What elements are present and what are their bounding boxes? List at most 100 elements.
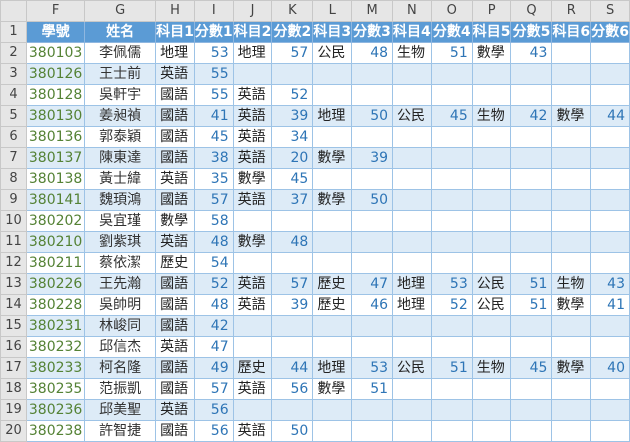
row-header[interactable]: 19 [0, 399, 28, 421]
subject-cell[interactable]: 英語 [232, 189, 273, 211]
select-all-corner[interactable] [0, 0, 28, 22]
subject-cell[interactable] [312, 231, 353, 253]
row-header[interactable]: 10 [0, 210, 28, 232]
subject-cell[interactable] [471, 399, 512, 421]
student-id-cell[interactable]: 380126 [26, 63, 86, 85]
row-header[interactable]: 14 [0, 294, 28, 316]
score-cell[interactable] [590, 399, 630, 421]
row-header[interactable]: 12 [0, 252, 28, 274]
score-cell[interactable]: 39 [271, 105, 314, 127]
score-cell[interactable] [430, 336, 473, 358]
subject-cell[interactable]: 數學 [551, 294, 592, 316]
score-cell[interactable] [510, 252, 553, 274]
subject-cell[interactable]: 國語 [155, 420, 195, 442]
score-cell[interactable]: 46 [351, 294, 394, 316]
score-cell[interactable] [351, 231, 394, 253]
student-name-cell[interactable]: 林峻同 [84, 315, 157, 337]
subject-cell[interactable] [551, 336, 592, 358]
column-header-r[interactable]: R [551, 0, 592, 22]
subject-cell[interactable]: 公民 [392, 105, 432, 127]
row-header[interactable]: 16 [0, 336, 28, 358]
header-cell[interactable]: 分數3 [351, 21, 394, 43]
subject-cell[interactable]: 數學 [312, 147, 353, 169]
subject-cell[interactable]: 數學 [551, 357, 592, 379]
score-cell[interactable] [510, 168, 553, 190]
subject-cell[interactable] [392, 84, 432, 106]
student-name-cell[interactable]: 柯名隆 [84, 357, 157, 379]
subject-cell[interactable] [471, 315, 512, 337]
score-cell[interactable] [590, 420, 630, 442]
student-name-cell[interactable]: 蔡依潔 [84, 252, 157, 274]
score-cell[interactable] [271, 210, 314, 232]
score-cell[interactable]: 55 [193, 84, 234, 106]
subject-cell[interactable]: 英語 [232, 126, 273, 148]
score-cell[interactable]: 57 [193, 189, 234, 211]
column-header-q[interactable]: Q [510, 0, 553, 22]
header-cell[interactable]: 科目5 [471, 21, 512, 43]
score-cell[interactable]: 51 [430, 42, 473, 64]
score-cell[interactable] [510, 189, 553, 211]
subject-cell[interactable] [551, 42, 592, 64]
row-header[interactable]: 9 [0, 189, 28, 211]
subject-cell[interactable]: 生物 [471, 357, 512, 379]
subject-cell[interactable]: 英語 [155, 399, 195, 421]
score-cell[interactable] [430, 399, 473, 421]
student-name-cell[interactable]: 邱信杰 [84, 336, 157, 358]
score-cell[interactable] [430, 378, 473, 400]
score-cell[interactable] [430, 231, 473, 253]
subject-cell[interactable]: 公民 [471, 273, 512, 295]
score-cell[interactable] [430, 63, 473, 85]
subject-cell[interactable]: 英語 [232, 147, 273, 169]
subject-cell[interactable] [471, 210, 512, 232]
student-id-cell[interactable]: 380141 [26, 189, 86, 211]
subject-cell[interactable] [471, 63, 512, 85]
subject-cell[interactable] [551, 168, 592, 190]
subject-cell[interactable] [471, 168, 512, 190]
score-cell[interactable]: 52 [271, 84, 314, 106]
subject-cell[interactable]: 地理 [155, 42, 195, 64]
score-cell[interactable]: 34 [271, 126, 314, 148]
subject-cell[interactable]: 國語 [155, 126, 195, 148]
student-name-cell[interactable]: 吳宜瑾 [84, 210, 157, 232]
score-cell[interactable]: 44 [590, 105, 630, 127]
header-cell[interactable]: 科目2 [232, 21, 273, 43]
score-cell[interactable]: 39 [271, 294, 314, 316]
score-cell[interactable]: 55 [193, 63, 234, 85]
subject-cell[interactable]: 國語 [155, 315, 195, 337]
student-id-cell[interactable]: 380236 [26, 399, 86, 421]
header-cell[interactable]: 科目4 [392, 21, 432, 43]
score-cell[interactable] [271, 336, 314, 358]
subject-cell[interactable]: 生物 [471, 105, 512, 127]
subject-cell[interactable]: 國語 [155, 294, 195, 316]
score-cell[interactable] [590, 147, 630, 169]
score-cell[interactable]: 50 [351, 189, 394, 211]
score-cell[interactable] [510, 315, 553, 337]
subject-cell[interactable] [392, 378, 432, 400]
score-cell[interactable] [430, 147, 473, 169]
column-header-j[interactable]: J [232, 0, 273, 22]
score-cell[interactable]: 38 [193, 147, 234, 169]
student-id-cell[interactable]: 380202 [26, 210, 86, 232]
row-header[interactable]: 8 [0, 168, 28, 190]
header-cell[interactable]: 學號 [26, 21, 86, 43]
subject-cell[interactable]: 歷史 [155, 252, 195, 274]
subject-cell[interactable]: 地理 [312, 357, 353, 379]
score-cell[interactable]: 57 [271, 273, 314, 295]
column-header-g[interactable]: G [84, 0, 157, 22]
score-cell[interactable] [510, 336, 553, 358]
subject-cell[interactable] [392, 399, 432, 421]
score-cell[interactable] [510, 147, 553, 169]
subject-cell[interactable]: 歷史 [232, 357, 273, 379]
subject-cell[interactable] [471, 147, 512, 169]
row-header[interactable]: 4 [0, 84, 28, 106]
subject-cell[interactable] [551, 210, 592, 232]
column-header-h[interactable]: H [155, 0, 195, 22]
student-name-cell[interactable]: 郭泰穎 [84, 126, 157, 148]
score-cell[interactable]: 47 [351, 273, 394, 295]
subject-cell[interactable]: 英語 [232, 84, 273, 106]
subject-cell[interactable] [392, 126, 432, 148]
subject-cell[interactable]: 英語 [232, 105, 273, 127]
score-cell[interactable] [510, 84, 553, 106]
score-cell[interactable] [351, 252, 394, 274]
subject-cell[interactable] [551, 63, 592, 85]
